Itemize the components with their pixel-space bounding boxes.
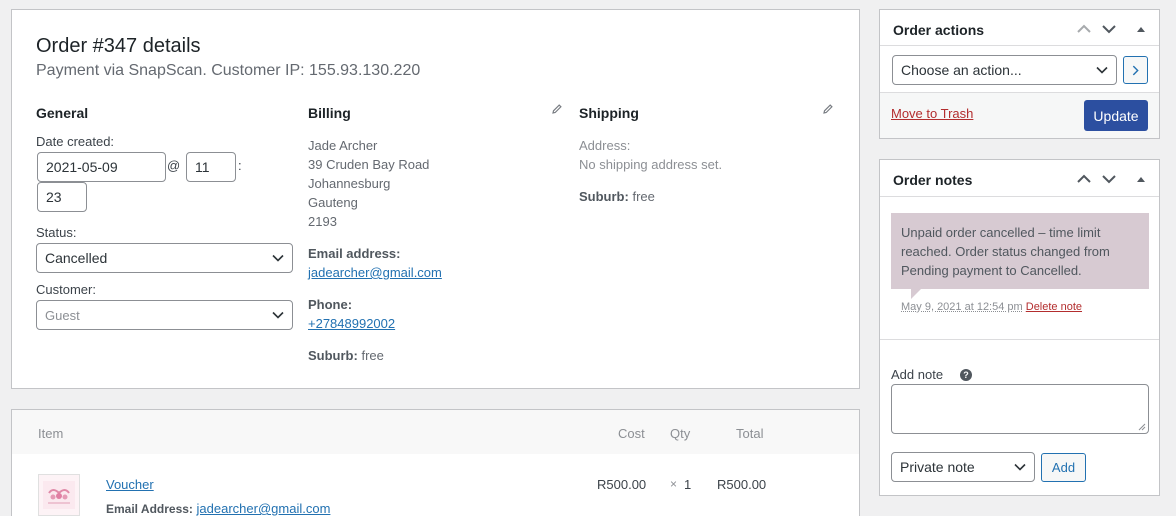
order-subtitle: Payment via SnapScan. Customer IP: 155.9… [36, 62, 420, 80]
items-table-header: Item Cost Qty Total [12, 410, 859, 454]
help-icon-symbol: ? [963, 370, 969, 380]
column-header-total: Total [736, 426, 763, 441]
chevron-right-icon [1132, 65, 1139, 76]
chevron-down-icon [272, 311, 284, 319]
add-note-button[interactable]: Add [1041, 453, 1086, 482]
table-row: Voucher R500.00 × 1 R500.00 Email Addres… [12, 454, 859, 516]
general-heading: General [36, 105, 88, 121]
shipping-suburb-value: free [632, 189, 654, 204]
shipping-heading: Shipping [579, 105, 639, 121]
item-total: R500.00 [717, 477, 766, 492]
order-action-select-value: Choose an action... [901, 62, 1022, 78]
customer-label: Customer: [36, 282, 96, 297]
item-meta-email-link[interactable]: jadearcher@gmail.com [197, 501, 331, 516]
shipping-suburb-label: Suburb: [579, 189, 629, 204]
at-symbol: @ [167, 158, 180, 173]
billing-heading: Billing [308, 105, 351, 121]
move-down-icon[interactable] [1102, 24, 1116, 34]
note-type-value: Private note [900, 459, 975, 475]
billing-postcode: 2193 [308, 214, 337, 229]
order-actions-divider [880, 45, 1159, 46]
customer-select-value: Guest [45, 308, 80, 323]
move-down-icon[interactable] [1102, 174, 1116, 184]
note-meta: May 9, 2021 at 12:54 pm Delete note [901, 301, 1082, 313]
billing-suburb-value: free [361, 348, 383, 363]
item-qty: 1 [684, 477, 691, 492]
collapse-toggle-icon[interactable] [1136, 175, 1146, 183]
page-title: Order #347 details [36, 35, 201, 58]
status-label: Status: [36, 225, 76, 240]
help-icon[interactable]: ? [960, 369, 972, 381]
column-header-qty: Qty [670, 426, 690, 441]
order-notes-divider [880, 196, 1159, 197]
billing-suburb-label: Suburb: [308, 348, 358, 363]
order-notes-title: Order notes [893, 172, 972, 188]
move-up-icon[interactable] [1077, 174, 1091, 184]
add-note-label: Add note [891, 367, 943, 382]
add-note-textarea[interactable] [891, 384, 1149, 434]
item-meta: Email Address: jadearcher@gmail.com [106, 501, 330, 516]
chevron-down-icon [1014, 463, 1026, 471]
delete-note-link[interactable]: Delete note [1026, 301, 1082, 313]
billing-phone-label: Phone: [308, 297, 352, 312]
move-to-trash-link[interactable]: Move to Trash [891, 106, 973, 121]
billing-email-link[interactable]: jadearcher@gmail.com [308, 265, 442, 280]
column-header-item: Item [38, 426, 63, 441]
move-up-icon[interactable] [1077, 24, 1091, 34]
status-select[interactable]: Cancelled [36, 243, 293, 273]
minute-field[interactable]: 23 [37, 182, 87, 212]
voucher-image-icon [39, 475, 79, 515]
voucher-thumbnail [38, 474, 80, 516]
billing-address1: 39 Cruden Bay Road [308, 157, 429, 172]
note-type-select[interactable]: Private note [891, 452, 1035, 482]
item-name-link[interactable]: Voucher [106, 477, 154, 492]
item-qty-symbol: × [670, 477, 677, 491]
add-note-divider [880, 339, 1159, 340]
order-actions-title: Order actions [893, 22, 984, 38]
shipping-address-label: Address: [579, 138, 630, 153]
billing-email-label: Email address: [308, 246, 401, 261]
chevron-down-icon [1096, 66, 1108, 74]
note-tail [911, 289, 921, 299]
order-items-panel: Item Cost Qty Total Voucher R500.00 × 1 … [11, 409, 860, 516]
order-note-text: Unpaid order cancelled – time limit reac… [901, 225, 1110, 278]
billing-state: Gauteng [308, 195, 358, 210]
order-notes-box: Order notes Unpaid order cancelled – tim… [879, 159, 1160, 496]
order-note: Unpaid order cancelled – time limit reac… [891, 213, 1149, 289]
edit-billing-pencil-icon[interactable] [551, 103, 563, 115]
shipping-address-value: No shipping address set. [579, 157, 722, 172]
hour-field[interactable]: 11 [186, 152, 236, 182]
time-colon: : [238, 158, 242, 173]
date-created-field[interactable]: 2021-05-09 [37, 152, 166, 182]
order-actions-box: Order actions Choose an action... Move t… [879, 9, 1160, 139]
customer-select[interactable]: Guest [36, 300, 293, 330]
note-date: May 9, 2021 at 12:54 pm [901, 301, 1023, 313]
column-header-cost: Cost [618, 426, 645, 441]
collapse-toggle-icon[interactable] [1136, 25, 1146, 33]
shipping-suburb: Suburb: free [579, 189, 655, 204]
apply-action-button[interactable] [1123, 56, 1148, 84]
date-created-label: Date created: [36, 134, 114, 149]
billing-city: Johannesburg [308, 176, 390, 191]
item-meta-label: Email Address: [106, 502, 193, 516]
order-action-select[interactable]: Choose an action... [892, 55, 1117, 85]
edit-shipping-pencil-icon[interactable] [822, 103, 834, 115]
chevron-down-icon [272, 254, 284, 262]
item-cost: R500.00 [597, 477, 646, 492]
resize-handle-icon[interactable] [1138, 423, 1146, 431]
billing-suburb: Suburb: free [308, 348, 384, 363]
update-button[interactable]: Update [1084, 100, 1148, 131]
status-select-value: Cancelled [45, 250, 107, 266]
billing-phone-link[interactable]: +27848992002 [308, 316, 395, 331]
billing-name: Jade Archer [308, 138, 377, 153]
order-details-panel: Order #347 details Payment via SnapScan.… [11, 9, 860, 389]
